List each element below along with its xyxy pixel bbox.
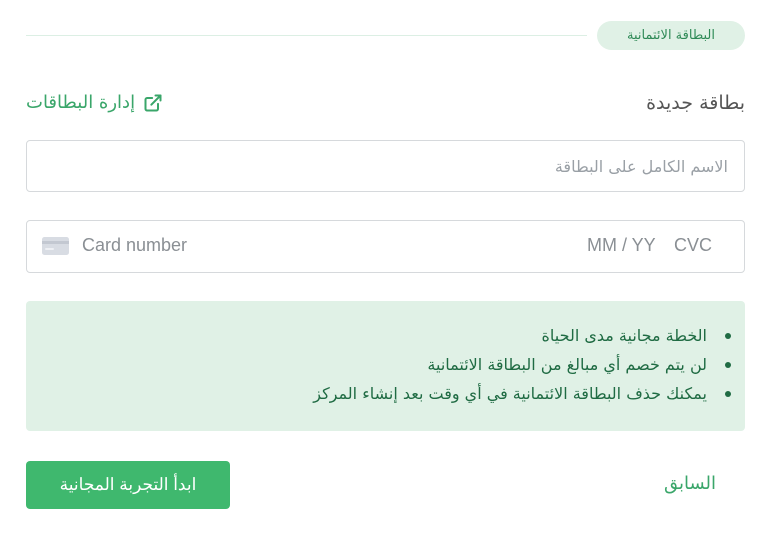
card-title-row: بطاقة جديدة إدارة البطاقات <box>26 90 745 122</box>
card-number-input[interactable]: Card number <box>82 235 187 256</box>
new-card-title: بطاقة جديدة <box>646 92 745 114</box>
section-header: البطاقة الائتمانية <box>26 21 745 51</box>
card-details-field[interactable]: Card number MM / YY CVC <box>26 220 745 273</box>
manage-cards-label: إدارة البطاقات <box>26 92 136 113</box>
card-cvc-input[interactable]: CVC <box>674 235 712 256</box>
manage-cards-link[interactable]: إدارة البطاقات <box>26 92 163 113</box>
plan-info-box: الخطة مجانية مدى الحياة لن يتم خصم أي مب… <box>26 301 745 431</box>
external-link-icon <box>144 94 162 111</box>
cardholder-name-input[interactable] <box>27 141 744 191</box>
plan-info-list: الخطة مجانية مدى الحياة لن يتم خصم أي مب… <box>26 321 731 408</box>
start-free-trial-button[interactable]: ابدأ التجربة المجانية <box>26 461 230 509</box>
list-item: لن يتم خصم أي مبالغ من البطاقة الائتماني… <box>26 350 731 379</box>
section-title-badge: البطاقة الائتمانية <box>597 21 745 50</box>
section-divider <box>26 35 587 36</box>
cardholder-name-field[interactable] <box>26 140 745 192</box>
credit-card-icon <box>42 237 69 255</box>
list-item: يمكنك حذف البطاقة الائتمانية في أي وقت ب… <box>26 379 731 408</box>
list-item: الخطة مجانية مدى الحياة <box>26 321 731 350</box>
previous-button[interactable]: السابق <box>664 473 716 494</box>
card-expiry-input[interactable]: MM / YY <box>587 235 656 256</box>
